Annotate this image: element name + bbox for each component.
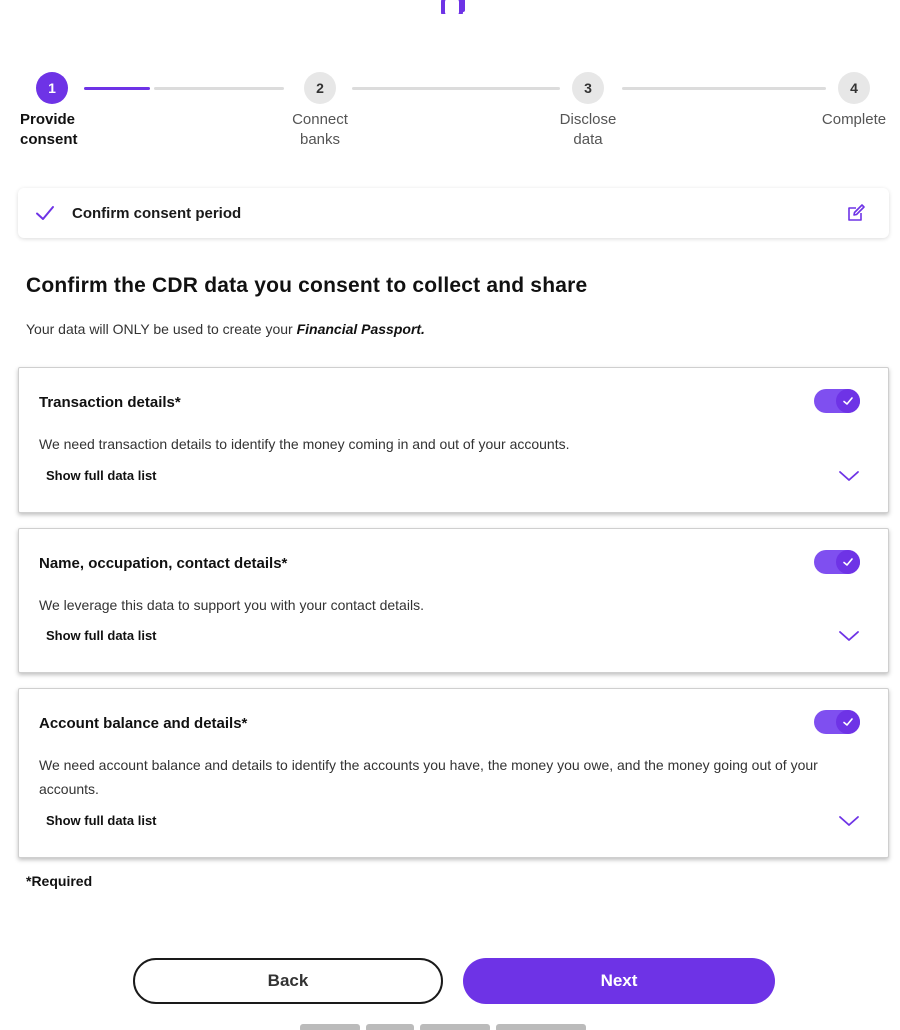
step-label: Provide consent xyxy=(20,111,78,148)
consent-toggle[interactable] xyxy=(814,710,860,734)
data-card-account-balance: Account balance and details* We need acc… xyxy=(18,688,889,858)
chevron-down-icon[interactable] xyxy=(838,629,860,643)
step-connect-banks: 2 Connect banks xyxy=(268,72,372,150)
step-label: Connect banks xyxy=(292,111,348,148)
footer-text-cropped xyxy=(300,1024,620,1030)
step-complete: 4 Complete xyxy=(806,72,900,130)
toggle-knob xyxy=(836,389,860,413)
consent-period-label: Confirm consent period xyxy=(72,204,242,222)
next-button[interactable]: Next xyxy=(463,958,775,1004)
show-full-data-list-button[interactable]: Show full data list xyxy=(46,628,157,643)
section-subtitle: Your data will ONLY be used to create yo… xyxy=(26,321,425,337)
consent-toggle[interactable] xyxy=(814,550,860,574)
data-card-description: We need transaction details to identify … xyxy=(39,436,570,452)
step-track-2-3 xyxy=(352,87,560,90)
data-card-contact-details: Name, occupation, contact details* We le… xyxy=(18,528,889,673)
chevron-down-icon[interactable] xyxy=(838,469,860,483)
data-card-title: Transaction details* xyxy=(39,394,181,411)
consent-period-row[interactable]: Confirm consent period xyxy=(18,188,889,238)
step-number: 2 xyxy=(304,72,336,104)
data-card-title: Name, occupation, contact details* xyxy=(39,555,288,572)
data-card-transaction-details: Transaction details* We need transaction… xyxy=(18,367,889,513)
brand-logo xyxy=(441,0,481,14)
step-label: Disclose data xyxy=(559,111,617,148)
data-card-title: Account balance and details* xyxy=(39,715,248,732)
checkmark-icon xyxy=(843,558,853,566)
subtitle-emphasis: Financial Passport. xyxy=(296,321,425,337)
edit-icon[interactable] xyxy=(845,202,867,224)
checkmark-icon xyxy=(843,718,853,726)
chevron-down-icon[interactable] xyxy=(838,814,860,828)
show-full-data-list-button[interactable]: Show full data list xyxy=(46,813,157,828)
step-number: 1 xyxy=(36,72,68,104)
back-button[interactable]: Back xyxy=(133,958,443,1004)
step-track-1-2-remaining xyxy=(154,87,284,90)
required-note: *Required xyxy=(26,873,93,889)
data-card-description: We need account balance and details to i… xyxy=(39,757,818,797)
data-card-description: We leverage this data to support you wit… xyxy=(39,597,424,613)
progress-stepper: 1 Provide consent 2 Connect banks 3 Disc… xyxy=(0,72,900,162)
subtitle-text: Your data will ONLY be used to create yo… xyxy=(26,321,297,337)
step-number: 3 xyxy=(572,72,604,104)
toggle-knob xyxy=(836,710,860,734)
toggle-knob xyxy=(836,550,860,574)
step-disclose-data: 3 Disclose data xyxy=(536,72,640,150)
step-provide-consent: 1 Provide consent xyxy=(20,72,110,150)
consent-toggle[interactable] xyxy=(814,389,860,413)
checkmark-icon xyxy=(36,206,54,220)
checkmark-icon xyxy=(843,397,853,405)
show-full-data-list-button[interactable]: Show full data list xyxy=(46,468,157,483)
step-track-3-4 xyxy=(622,87,826,90)
step-number: 4 xyxy=(838,72,870,104)
step-label: Complete xyxy=(821,111,887,128)
section-title: Confirm the CDR data you consent to coll… xyxy=(26,274,588,297)
